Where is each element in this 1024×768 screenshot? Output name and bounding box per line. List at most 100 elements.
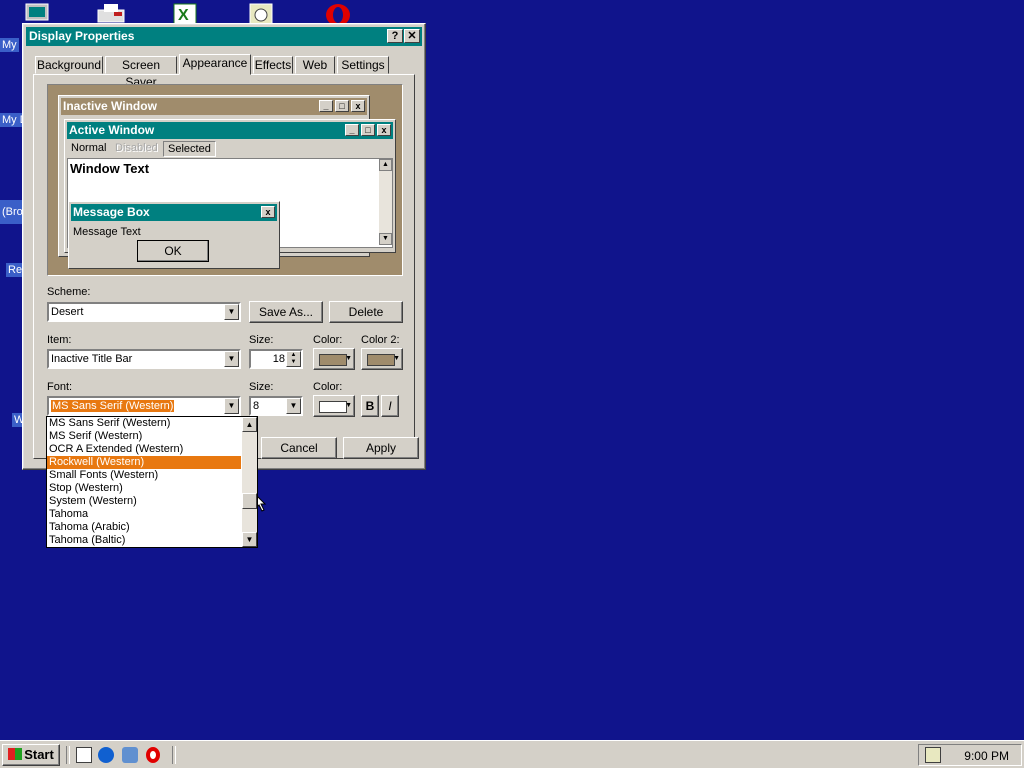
- scheme-value: Desert: [51, 306, 84, 318]
- preview-msgbox-title-bar: Message Box x: [71, 204, 277, 221]
- minimize-icon: _: [319, 100, 333, 112]
- tab-appearance[interactable]: Appearance: [179, 54, 251, 75]
- taskbar: Start 9:00 PM: [0, 740, 1024, 768]
- close-icon: x: [261, 206, 275, 218]
- font-list-item[interactable]: Tahoma (Baltic): [47, 534, 241, 547]
- start-label: Start: [24, 747, 54, 762]
- appearance-preview[interactable]: Inactive Window _ □ x Active Window _ □ …: [47, 84, 403, 276]
- scroll-down-icon[interactable]: ▼: [242, 532, 257, 547]
- font-list-item[interactable]: Stop (Western): [47, 482, 241, 495]
- item-label: Item:: [47, 334, 72, 346]
- font-list-item[interactable]: MS Sans Serif (Western): [47, 417, 241, 430]
- font-list-items: MS Sans Serif (Western) MS Serif (Western…: [47, 417, 257, 547]
- font-list-item[interactable]: Tahoma: [47, 508, 241, 521]
- tab-settings[interactable]: Settings: [337, 56, 389, 74]
- cancel-button[interactable]: Cancel: [261, 437, 337, 459]
- scroll-thumb[interactable]: [242, 493, 257, 509]
- chevron-down-icon[interactable]: ▼: [224, 398, 239, 414]
- show-desktop-icon[interactable]: [76, 747, 92, 763]
- outlook-express-icon[interactable]: [122, 747, 138, 763]
- start-button[interactable]: Start: [2, 744, 60, 766]
- item-select[interactable]: Inactive Title Bar ▼: [47, 349, 241, 369]
- font-size-select[interactable]: 8 ▼: [249, 396, 303, 416]
- preview-menu-normal: Normal: [71, 142, 107, 154]
- close-icon: x: [351, 100, 365, 112]
- font-size-value: 8: [253, 400, 260, 412]
- display-properties-dialog: Display Properties ? ✕ Background Screen…: [22, 23, 426, 470]
- chevron-down-icon[interactable]: ▼: [224, 351, 239, 367]
- clock[interactable]: 9:00 PM: [964, 749, 1009, 763]
- internet-explorer-icon[interactable]: [98, 747, 114, 763]
- preview-active-title: Active Window: [69, 123, 155, 137]
- scheme-label: Scheme:: [47, 286, 91, 298]
- chevron-down-icon[interactable]: ▼: [224, 304, 239, 320]
- chevron-down-icon: ▼: [345, 402, 352, 409]
- windows-logo-icon: [8, 748, 23, 760]
- tab-web[interactable]: Web: [295, 56, 335, 74]
- minimize-icon: _: [345, 124, 359, 136]
- font-list-item[interactable]: OCR A Extended (Western): [47, 443, 241, 456]
- font-size-label: Size:: [249, 381, 274, 393]
- chevron-down-icon: ▼: [393, 355, 400, 362]
- color-swatch: [367, 354, 395, 366]
- font-list-item[interactable]: Tahoma (Arabic): [47, 521, 241, 534]
- chevron-down-icon[interactable]: ▼: [286, 398, 301, 414]
- preview-menu-selected: Selected: [163, 141, 216, 157]
- maximize-icon: □: [335, 100, 349, 112]
- item-color2-label: Color 2:: [361, 334, 400, 346]
- scroll-up-icon: ▲: [379, 159, 392, 171]
- font-list-scrollbar[interactable]: ▲ ▼: [242, 417, 257, 547]
- spinner-arrows-icon[interactable]: ▲ ▼: [286, 351, 301, 367]
- scroll-up-icon[interactable]: ▲: [242, 417, 257, 432]
- font-select[interactable]: MS Sans Serif (Western) ▼: [47, 396, 241, 416]
- preview-message-box: Message Box x Message Text OK: [68, 201, 280, 269]
- item-size-spinner[interactable]: 18 ▲ ▼: [249, 349, 303, 369]
- scheduler-tray-icon[interactable]: [925, 747, 941, 763]
- preview-inactive-title: Inactive Window: [63, 99, 157, 113]
- item-value: Inactive Title Bar: [51, 353, 133, 365]
- item-color-button[interactable]: ▼: [313, 348, 355, 370]
- font-list-item[interactable]: System (Western): [47, 495, 241, 508]
- tab-effects[interactable]: Effects: [253, 56, 293, 74]
- delete-button[interactable]: Delete: [329, 301, 403, 323]
- apply-button[interactable]: Apply: [343, 437, 419, 459]
- item-size-value: 18: [272, 353, 285, 365]
- preview-active-title-bar: Active Window _ □ x: [67, 122, 393, 139]
- dialog-title-bar[interactable]: Display Properties ? ✕: [26, 27, 422, 46]
- preview-menu-disabled: Disabled: [115, 142, 158, 154]
- help-button[interactable]: ?: [387, 29, 403, 43]
- font-value: MS Sans Serif (Western): [51, 400, 175, 412]
- svg-text:X: X: [178, 7, 189, 24]
- preview-inactive-title-bar: Inactive Window _ □ x: [61, 98, 367, 115]
- color-swatch: [319, 401, 347, 413]
- close-button[interactable]: ✕: [404, 29, 420, 43]
- item-color2-button[interactable]: ▼: [361, 348, 403, 370]
- preview-msgbox-text: Message Text: [73, 226, 141, 238]
- font-color-button[interactable]: ▼: [313, 395, 355, 417]
- scheme-select[interactable]: Desert ▼: [47, 302, 241, 322]
- preview-ok-button: OK: [137, 240, 209, 262]
- desktop-label-1[interactable]: My: [0, 38, 19, 52]
- save-as-button[interactable]: Save As...: [249, 301, 323, 323]
- font-color-label: Color:: [313, 381, 343, 393]
- italic-button[interactable]: I: [381, 395, 399, 417]
- tab-background[interactable]: Background: [35, 56, 103, 74]
- tab-screen-saver[interactable]: Screen Saver: [105, 56, 177, 89]
- maximize-icon: □: [361, 124, 375, 136]
- close-icon: x: [377, 124, 391, 136]
- opera-launch-icon[interactable]: [146, 747, 160, 763]
- font-list-item[interactable]: Rockwell (Western): [47, 456, 241, 469]
- font-dropdown-list[interactable]: MS Sans Serif (Western) MS Serif (Western…: [46, 416, 258, 548]
- font-label: Font:: [47, 381, 73, 393]
- system-tray: 9:00 PM: [918, 744, 1022, 766]
- quick-launch-divider: [66, 746, 70, 764]
- bold-button[interactable]: B: [361, 395, 379, 417]
- preview-window-text: Window Text: [70, 161, 150, 176]
- item-size-label: Size:: [249, 334, 274, 346]
- font-list-item[interactable]: Small Fonts (Western): [47, 469, 241, 482]
- preview-msgbox-title: Message Box: [73, 205, 150, 219]
- font-list-item[interactable]: MS Serif (Western): [47, 430, 241, 443]
- taskbar-divider: [172, 746, 176, 764]
- chevron-down-icon: ▼: [345, 355, 352, 362]
- item-color-label: Color:: [313, 334, 343, 346]
